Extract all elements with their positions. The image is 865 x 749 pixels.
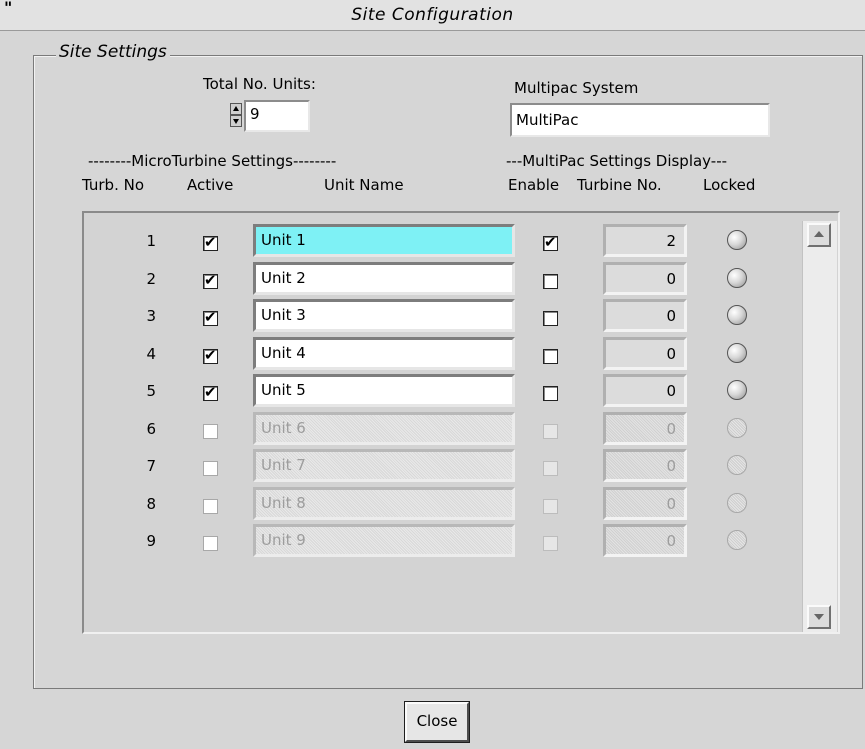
unit-name-field: Unit 8 (253, 487, 515, 520)
col-header-enable: Enable (508, 176, 560, 194)
locked-indicator-icon (727, 268, 747, 288)
unit-name-field[interactable]: Unit 3 (253, 299, 515, 332)
multipac-settings-heading: ---MultiPac Settings Display--- (506, 152, 728, 170)
active-checkbox[interactable] (203, 271, 218, 289)
window-title: Site Configuration (351, 5, 514, 25)
turb-no: 7 (146, 457, 156, 475)
enable-checkbox (543, 424, 558, 439)
table-row: 9 Unit 9 0 (0, 524, 865, 568)
turb-no: 3 (146, 307, 156, 325)
turb-no: 1 (146, 232, 156, 250)
enable-checkbox[interactable] (543, 349, 558, 364)
turb-no: 8 (146, 495, 156, 513)
enable-checkbox (543, 536, 558, 551)
turbine-no-display: 0 (603, 262, 687, 295)
col-header-turb-no: Turb. No (82, 176, 145, 194)
turbine-no-display: 0 (603, 412, 687, 445)
locked-indicator-icon (727, 343, 747, 363)
turbine-no-display: 0 (603, 524, 687, 557)
active-checkbox[interactable] (203, 233, 218, 251)
total-units-label: Total No. Units: (203, 75, 316, 93)
total-units-input[interactable]: 9 (244, 100, 310, 132)
locked-indicator-icon (727, 455, 747, 475)
enable-checkbox (543, 461, 558, 476)
scroll-down-arrow-icon[interactable] (807, 605, 831, 629)
enable-checkbox[interactable] (543, 311, 558, 326)
locked-indicator-icon (727, 305, 747, 325)
active-checkbox[interactable] (203, 308, 218, 326)
locked-indicator-icon (727, 380, 747, 400)
turb-no: 9 (146, 532, 156, 550)
turbine-no-display: 0 (603, 337, 687, 370)
turbine-no-display: 2 (603, 224, 687, 257)
unit-name-field[interactable]: Unit 5 (253, 374, 515, 407)
turbine-no-display: 0 (603, 374, 687, 407)
enable-checkbox[interactable] (543, 386, 558, 401)
spinner-down-arrow-icon[interactable] (230, 115, 242, 127)
total-units-spinner[interactable] (230, 103, 242, 129)
active-checkbox[interactable] (203, 383, 218, 401)
microturbine-settings-heading: --------MicroTurbine Settings-------- (88, 152, 337, 170)
close-button[interactable]: Close (405, 702, 469, 742)
locked-indicator-icon (727, 230, 747, 250)
locked-indicator-icon (727, 418, 747, 438)
active-checkbox[interactable] (203, 536, 218, 551)
active-checkbox[interactable] (203, 461, 218, 476)
enable-checkbox[interactable] (543, 233, 558, 251)
enable-checkbox[interactable] (543, 274, 558, 289)
unit-name-field[interactable]: Unit 2 (253, 262, 515, 295)
active-checkbox[interactable] (203, 499, 218, 514)
list-scrollbar[interactable] (802, 221, 837, 632)
site-settings-title: Site Settings (56, 42, 170, 62)
col-header-turbine-no: Turbine No. (577, 176, 662, 194)
spinner-up-arrow-icon[interactable] (230, 103, 242, 115)
turb-no: 6 (146, 420, 156, 438)
turbine-no-display: 0 (603, 449, 687, 482)
scroll-up-arrow-icon[interactable] (807, 223, 831, 247)
turbine-no-display: 0 (603, 299, 687, 332)
multipac-system-label: Multipac System (514, 79, 639, 97)
locked-indicator-icon (727, 493, 747, 513)
unit-name-field[interactable]: Unit 1 (253, 224, 515, 257)
turb-no: 2 (146, 270, 156, 288)
col-header-active: Active (187, 176, 234, 194)
unit-name-field[interactable]: Unit 4 (253, 337, 515, 370)
active-checkbox[interactable] (203, 346, 218, 364)
locked-indicator-icon (727, 530, 747, 550)
turb-no: 5 (146, 382, 156, 400)
multipac-system-input[interactable]: MultiPac (510, 103, 770, 137)
unit-name-field: Unit 7 (253, 449, 515, 482)
active-checkbox[interactable] (203, 424, 218, 439)
unit-name-field: Unit 9 (253, 524, 515, 557)
col-header-locked: Locked (703, 176, 756, 194)
title-bar: " Site Configuration (0, 0, 865, 31)
turb-no: 4 (146, 345, 156, 363)
turbine-no-display: 0 (603, 487, 687, 520)
enable-checkbox (543, 499, 558, 514)
unit-name-field: Unit 6 (253, 412, 515, 445)
col-header-unit-name: Unit Name (324, 176, 404, 194)
